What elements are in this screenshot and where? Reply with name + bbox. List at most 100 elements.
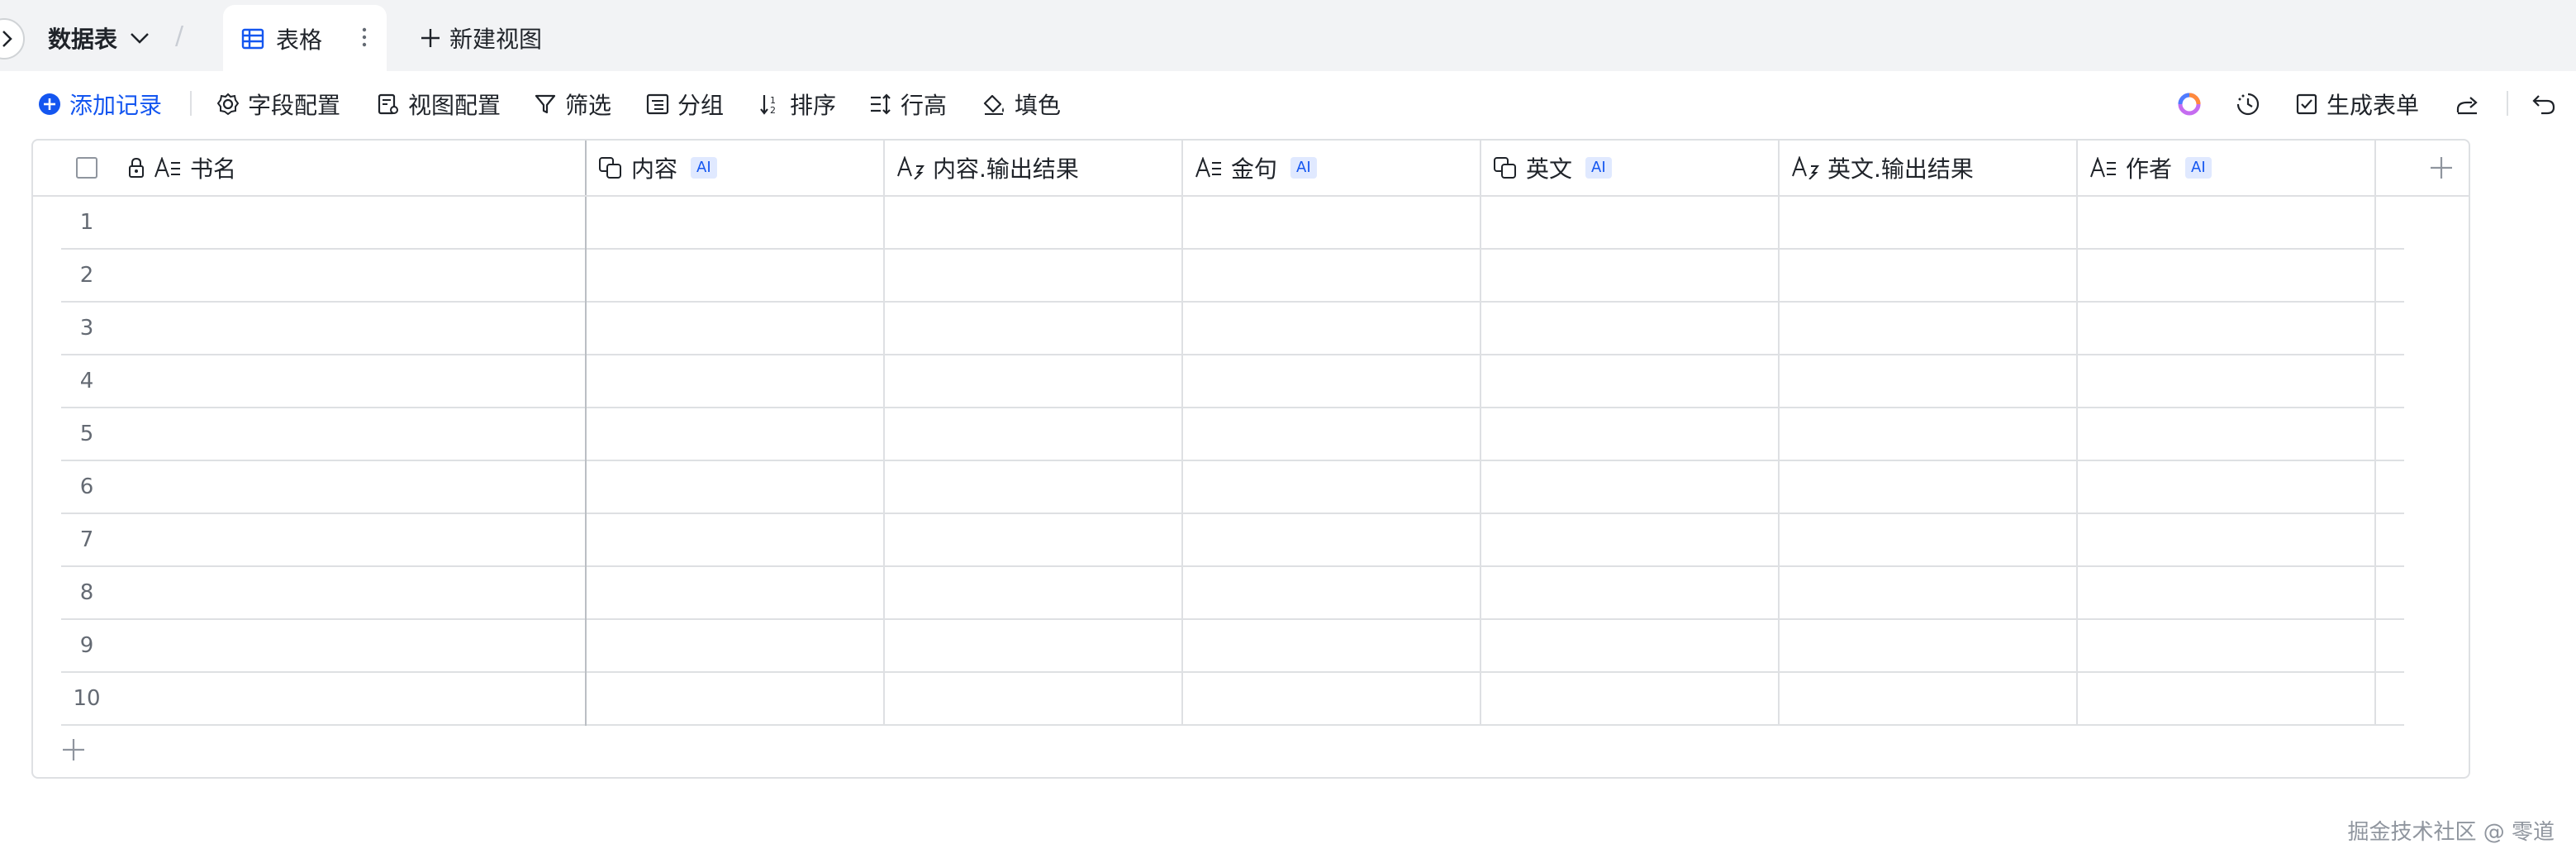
table-cell[interactable] bbox=[2078, 461, 2376, 514]
table-cell[interactable] bbox=[1183, 461, 1481, 514]
book-name-cell[interactable]: 9 bbox=[61, 620, 587, 673]
table-cell[interactable] bbox=[1481, 620, 1780, 673]
add-record-button[interactable]: 添加记录 bbox=[38, 89, 162, 119]
column-header-english[interactable]: 英文 AI bbox=[1481, 141, 1780, 195]
table-cell[interactable] bbox=[1780, 461, 2078, 514]
field-config-button[interactable]: 字段配置 bbox=[216, 89, 340, 119]
table-cell[interactable] bbox=[885, 673, 1183, 726]
table-cell[interactable] bbox=[885, 461, 1183, 514]
book-name-cell[interactable]: 4 bbox=[61, 355, 587, 408]
history-button[interactable] bbox=[2236, 89, 2260, 119]
table-cell[interactable] bbox=[2078, 250, 2376, 303]
row-height-button[interactable]: 行高 bbox=[869, 89, 947, 119]
table-cell[interactable] bbox=[1481, 567, 1780, 620]
table-cell[interactable] bbox=[2078, 514, 2376, 567]
table-cell[interactable] bbox=[1183, 197, 1481, 250]
table-cell[interactable] bbox=[2078, 567, 2376, 620]
table-cell[interactable] bbox=[885, 567, 1183, 620]
book-name-cell[interactable]: 1 bbox=[61, 197, 587, 250]
table-cell[interactable] bbox=[1780, 673, 2078, 726]
book-name-cell[interactable]: 7 bbox=[61, 514, 587, 567]
fill-color-button[interactable]: 填色 bbox=[981, 89, 1061, 119]
table-row[interactable]: 6 bbox=[61, 461, 2404, 514]
table-cell[interactable] bbox=[1481, 514, 1780, 567]
table-cell[interactable] bbox=[587, 514, 885, 567]
table-cell[interactable] bbox=[1183, 355, 1481, 408]
table-cell[interactable] bbox=[1183, 567, 1481, 620]
new-view-button[interactable]: 新建视图 bbox=[420, 21, 542, 55]
table-cell[interactable] bbox=[1183, 408, 1481, 461]
ai-assistant-button[interactable] bbox=[2176, 89, 2203, 119]
generate-form-button[interactable]: 生成表单 bbox=[2295, 89, 2419, 119]
book-name-cell[interactable]: 10 bbox=[61, 673, 587, 726]
undo-button[interactable] bbox=[2531, 89, 2556, 119]
table-cell[interactable] bbox=[587, 355, 885, 408]
table-cell[interactable] bbox=[2078, 303, 2376, 355]
book-name-cell[interactable]: 5 bbox=[61, 408, 587, 461]
book-name-cell[interactable]: 6 bbox=[61, 461, 587, 514]
table-cell[interactable] bbox=[2078, 355, 2376, 408]
table-cell[interactable] bbox=[885, 514, 1183, 567]
view-config-button[interactable]: 视图配置 bbox=[377, 89, 501, 119]
table-cell[interactable] bbox=[587, 567, 885, 620]
table-row[interactable]: 9 bbox=[61, 620, 2404, 673]
book-name-cell[interactable]: 8 bbox=[61, 567, 587, 620]
table-cell[interactable] bbox=[1780, 408, 2078, 461]
table-row[interactable]: 5 bbox=[61, 408, 2404, 461]
table-row[interactable]: 3 bbox=[61, 303, 2404, 355]
table-cell[interactable] bbox=[587, 408, 885, 461]
table-cell[interactable] bbox=[1780, 250, 2078, 303]
table-cell[interactable] bbox=[1481, 355, 1780, 408]
table-cell[interactable] bbox=[885, 355, 1183, 408]
table-cell[interactable] bbox=[1780, 567, 2078, 620]
table-cell[interactable] bbox=[885, 303, 1183, 355]
table-cell[interactable] bbox=[1481, 461, 1780, 514]
table-cell[interactable] bbox=[2078, 408, 2376, 461]
table-cell[interactable] bbox=[1183, 673, 1481, 726]
column-header-content[interactable]: 内容 AI bbox=[587, 141, 885, 195]
table-cell[interactable] bbox=[1183, 250, 1481, 303]
table-cell[interactable] bbox=[1481, 303, 1780, 355]
table-cell[interactable] bbox=[587, 303, 885, 355]
table-cell[interactable] bbox=[1780, 620, 2078, 673]
table-cell[interactable] bbox=[2078, 620, 2376, 673]
table-cell[interactable] bbox=[2078, 673, 2376, 726]
sort-button[interactable]: 12 排序 bbox=[758, 89, 836, 119]
column-header-book-name[interactable]: 书名 bbox=[61, 141, 587, 195]
select-all-checkbox[interactable] bbox=[61, 157, 112, 179]
column-header-content-output[interactable]: 内容.输出结果 bbox=[885, 141, 1183, 195]
table-cell[interactable] bbox=[1481, 408, 1780, 461]
table-cell[interactable] bbox=[885, 197, 1183, 250]
table-cell[interactable] bbox=[885, 408, 1183, 461]
book-name-cell[interactable]: 3 bbox=[61, 303, 587, 355]
column-header-quote[interactable]: 金句 AI bbox=[1183, 141, 1481, 195]
table-row[interactable]: 1 bbox=[61, 197, 2404, 250]
group-button[interactable]: 分组 bbox=[646, 89, 724, 119]
sidebar-toggle-button[interactable] bbox=[0, 18, 25, 60]
table-cell[interactable] bbox=[1780, 514, 2078, 567]
tab-table-view[interactable]: 表格 bbox=[223, 5, 387, 73]
table-row[interactable]: 4 bbox=[61, 355, 2404, 408]
add-row-plus-icon[interactable] bbox=[61, 737, 86, 762]
table-cell[interactable] bbox=[1183, 514, 1481, 567]
table-cell[interactable] bbox=[1780, 197, 2078, 250]
table-cell[interactable] bbox=[587, 250, 885, 303]
table-cell[interactable] bbox=[2078, 197, 2376, 250]
table-row[interactable]: 10 bbox=[61, 673, 2404, 726]
table-cell[interactable] bbox=[587, 197, 885, 250]
table-cell[interactable] bbox=[1780, 303, 2078, 355]
table-cell[interactable] bbox=[1481, 673, 1780, 726]
table-cell[interactable] bbox=[1183, 303, 1481, 355]
database-selector[interactable]: 数据表 bbox=[48, 21, 150, 55]
filter-button[interactable]: 筛选 bbox=[534, 89, 611, 119]
table-row[interactable]: 7 bbox=[61, 514, 2404, 567]
table-cell[interactable] bbox=[587, 673, 885, 726]
table-cell[interactable] bbox=[1481, 197, 1780, 250]
table-cell[interactable] bbox=[587, 461, 885, 514]
table-row[interactable]: 2 bbox=[61, 250, 2404, 303]
add-column-plus-icon[interactable] bbox=[2429, 155, 2454, 180]
column-header-author[interactable]: 作者 AI bbox=[2078, 141, 2376, 195]
table-cell[interactable] bbox=[1780, 355, 2078, 408]
table-cell[interactable] bbox=[1481, 250, 1780, 303]
table-cell[interactable] bbox=[1183, 620, 1481, 673]
